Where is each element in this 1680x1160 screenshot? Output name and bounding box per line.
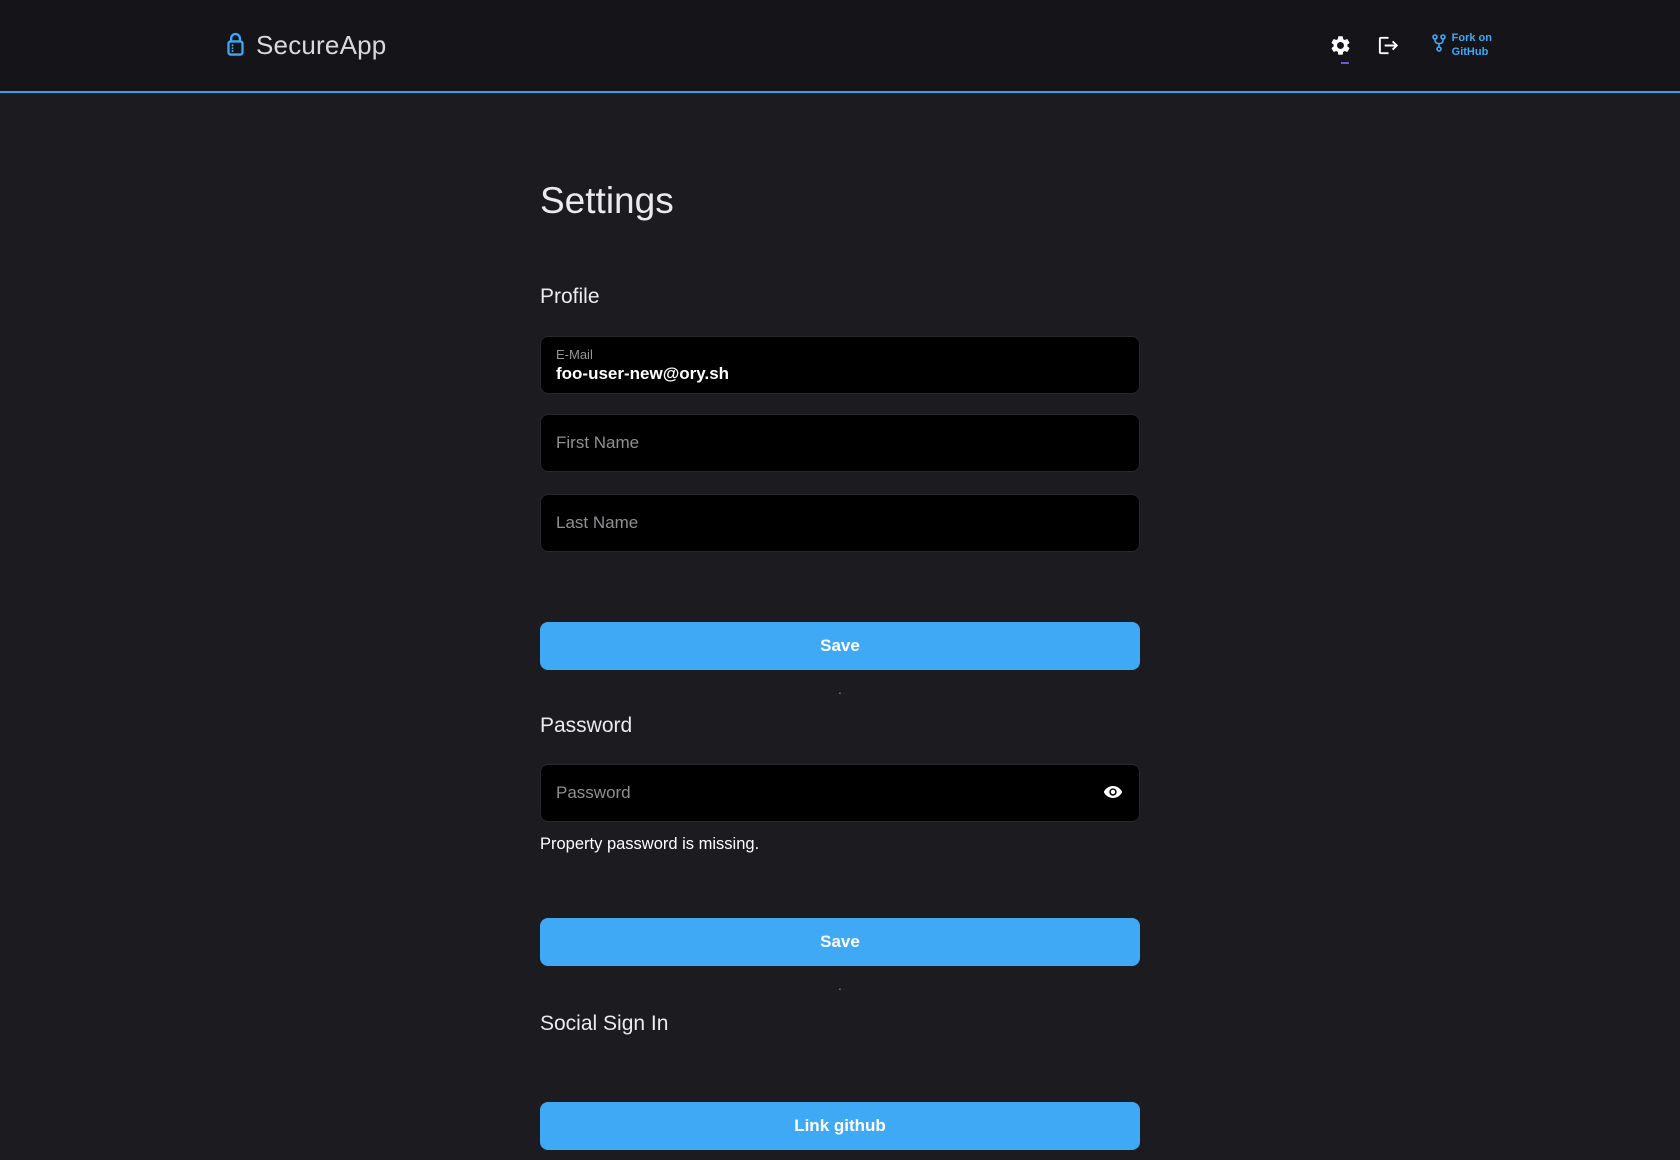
gear-icon [1329,34,1352,57]
logout-icon [1377,34,1400,57]
password-error-message: Property password is missing. [540,835,1140,854]
git-fork-icon [1431,33,1447,58]
password-save-button[interactable]: Save [540,918,1140,966]
first-name-input[interactable] [556,433,1124,453]
password-section: Password Property password is missing. S… [540,714,1140,994]
email-input[interactable] [556,364,1124,384]
app-title: SecureApp [256,30,386,61]
social-sign-in-heading: Social Sign In [540,1012,1140,1036]
first-name-field [540,414,1140,472]
fork-link-text: Fork on GitHub [1452,32,1492,60]
password-heading: Password [540,714,1140,738]
link-github-button[interactable]: Link github [540,1102,1140,1150]
settings-page: Settings Profile E-Mail Save . Password [540,179,1140,1150]
password-field [540,764,1140,822]
navbar: SecureApp [0,0,1680,93]
eye-icon [1102,781,1124,806]
email-field: E-Mail [540,336,1140,394]
email-label: E-Mail [556,347,1124,363]
app-logo[interactable]: SecureApp [225,30,386,61]
fork-on-github-link[interactable]: Fork on GitHub [1431,32,1492,60]
logout-button[interactable] [1373,30,1405,62]
profile-separator-dot: . [540,682,1140,698]
gear-active-marker [1341,62,1349,64]
page-title: Settings [540,179,1140,223]
profile-heading: Profile [540,285,1140,309]
profile-save-button[interactable]: Save [540,622,1140,670]
password-input[interactable] [556,783,1092,803]
navbar-actions: Fork on GitHub [1325,30,1492,62]
fork-link-line1: Fork on [1452,32,1492,46]
social-sign-in-section: Social Sign In Link github [540,1012,1140,1150]
lock-icon [225,31,246,61]
last-name-field [540,494,1140,552]
settings-gear-button[interactable] [1325,30,1357,62]
profile-section: Profile E-Mail Save . [540,285,1140,698]
password-separator-dot: . [540,978,1140,994]
fork-link-line2: GitHub [1452,46,1492,60]
last-name-input[interactable] [556,513,1124,533]
password-visibility-toggle[interactable] [1102,781,1124,806]
